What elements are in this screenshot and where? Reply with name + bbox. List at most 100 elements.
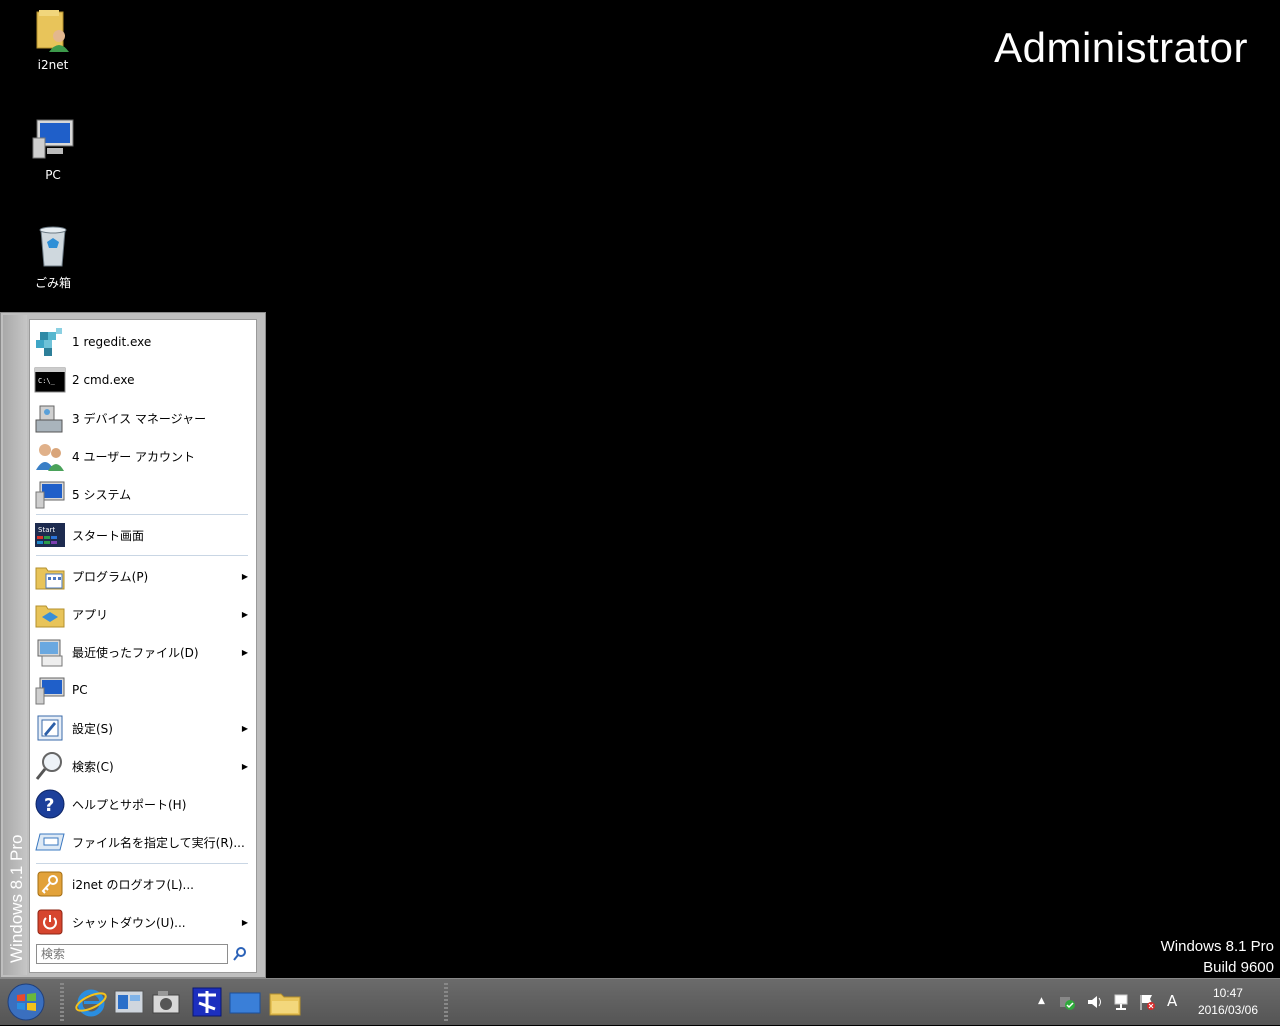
submenu-arrow-icon: ▶ bbox=[241, 917, 248, 927]
menu-item-settings[interactable]: 設定(S) ▶ bbox=[34, 710, 252, 746]
device-manager-icon bbox=[34, 402, 66, 434]
menu-item-help[interactable]: ? ヘルプとサポート(H) bbox=[34, 786, 252, 822]
clock-time: 10:47 bbox=[1212, 986, 1243, 1000]
tray-expand-icon[interactable]: ▲ bbox=[1038, 996, 1045, 1006]
recent-item-regedit[interactable]: 1 regedit.exe bbox=[34, 324, 252, 360]
build-line: Build 9600 bbox=[1203, 959, 1274, 976]
power-icon bbox=[34, 906, 66, 938]
settings-icon bbox=[34, 712, 66, 744]
taskbar-internet-explorer[interactable] bbox=[74, 985, 108, 1019]
version-line: Windows 8.1 Pro bbox=[1160, 938, 1274, 955]
strip-title: Windows 8.1 Pro bbox=[7, 834, 26, 964]
tray-security-icon[interactable] bbox=[1058, 993, 1076, 1014]
submenu-arrow-icon: ▶ bbox=[241, 571, 248, 581]
taskbar-grip[interactable] bbox=[60, 983, 64, 1021]
tray-action-center-icon[interactable] bbox=[1138, 993, 1156, 1014]
start-screen-item[interactable]: Start スタート画面 bbox=[34, 517, 252, 553]
search-icon[interactable] bbox=[232, 946, 248, 962]
recent-files-icon bbox=[34, 636, 66, 668]
recycle-bin-icon bbox=[29, 222, 77, 270]
submenu-arrow-icon: ▶ bbox=[241, 647, 248, 657]
submenu-arrow-icon: ▶ bbox=[241, 609, 248, 619]
menu-item-label: PC bbox=[72, 683, 88, 697]
run-icon bbox=[34, 826, 66, 858]
taskbar-app-blue[interactable] bbox=[190, 985, 224, 1019]
menu-item-label: スタート画面 bbox=[72, 528, 145, 543]
recent-item-cmd[interactable]: C:\_ 2 cmd.exe bbox=[34, 362, 252, 398]
taskbar: ▲ A 10:47 2016/03/06 bbox=[0, 978, 1280, 1025]
menu-item-shutdown[interactable]: シャットダウン(U)... ▶ bbox=[34, 904, 252, 940]
recent-item-device-manager[interactable]: 3 デバイス マネージャー bbox=[34, 400, 252, 436]
menu-item-recent-files[interactable]: 最近使ったファイル(D) ▶ bbox=[34, 634, 252, 670]
windows-orb-icon bbox=[7, 983, 45, 1021]
menu-separator bbox=[36, 555, 248, 556]
menu-item-search[interactable]: 検索(C) ▶ bbox=[34, 748, 252, 784]
pc-icon bbox=[34, 674, 66, 706]
regedit-icon bbox=[34, 326, 66, 358]
menu-separator bbox=[36, 863, 248, 864]
menu-item-label: i2net のログオフ(L)... bbox=[72, 877, 194, 892]
show-desktop-icon bbox=[229, 992, 261, 1014]
file-explorer-icon bbox=[269, 993, 301, 1016]
submenu-arrow-icon: ▶ bbox=[241, 723, 248, 733]
system-icon bbox=[34, 478, 66, 510]
desktop-icon-i2net[interactable]: i2net bbox=[20, 6, 86, 72]
taskbar-explorer[interactable] bbox=[268, 985, 302, 1019]
menu-item-label: 最近使ったファイル(D) bbox=[72, 645, 199, 660]
svg-text:C:\_: C:\_ bbox=[38, 377, 56, 385]
menu-item-label: プログラム(P) bbox=[72, 569, 149, 584]
character-app-icon bbox=[192, 987, 222, 1017]
search-magnifier-icon bbox=[34, 750, 66, 782]
submenu-arrow-icon: ▶ bbox=[241, 761, 248, 771]
svg-text:?: ? bbox=[44, 795, 54, 816]
menu-item-label: 2 cmd.exe bbox=[72, 373, 135, 387]
camera-icon bbox=[152, 991, 180, 1014]
start-screen-icon: Start bbox=[34, 519, 66, 551]
taskbar-grip[interactable] bbox=[444, 983, 448, 1021]
menu-item-programs[interactable]: プログラム(P) ▶ bbox=[34, 558, 252, 594]
recent-item-system[interactable]: 5 システム bbox=[34, 476, 252, 512]
start-search-input[interactable] bbox=[36, 944, 228, 964]
start-menu-panel: 1 regedit.exe C:\_ 2 cmd.exe 3 デバイス マネージ… bbox=[29, 319, 257, 973]
desktop-icon-label: PC bbox=[45, 168, 61, 182]
menu-item-label: シャットダウン(U)... bbox=[72, 915, 186, 930]
menu-item-run[interactable]: ファイル名を指定して実行(R)... bbox=[34, 824, 252, 860]
taskbar-camera-app[interactable] bbox=[150, 985, 184, 1019]
desktop-icon-label: ごみ箱 bbox=[34, 276, 71, 290]
start-badge-text: Start bbox=[38, 526, 55, 534]
menu-item-label: 3 デバイス マネージャー bbox=[72, 411, 207, 426]
apps-folder-icon bbox=[34, 598, 66, 630]
tray-network-icon[interactable] bbox=[1112, 993, 1130, 1014]
user-folder-icon bbox=[29, 6, 77, 54]
desktop-icon-label: i2net bbox=[37, 58, 69, 72]
menu-item-label: 検索(C) bbox=[72, 759, 114, 774]
menu-item-label: 1 regedit.exe bbox=[72, 335, 152, 349]
tray-volume-icon[interactable] bbox=[1086, 993, 1104, 1014]
clock-date: 2016/03/06 bbox=[1197, 1003, 1258, 1017]
menu-item-label: 4 ユーザー アカウント bbox=[72, 449, 196, 464]
menu-item-label: 設定(S) bbox=[72, 721, 113, 736]
start-button[interactable] bbox=[6, 982, 46, 1022]
ime-indicator[interactable]: A bbox=[1167, 992, 1177, 1010]
menu-separator bbox=[36, 514, 248, 515]
taskbar-desktop[interactable] bbox=[228, 985, 262, 1019]
recent-item-user-accounts[interactable]: 4 ユーザー アカウント bbox=[34, 438, 252, 474]
menu-item-logoff[interactable]: i2net のログオフ(L)... bbox=[34, 866, 252, 902]
menu-item-label: アプリ bbox=[72, 607, 109, 622]
desktop-icon-recycle-bin[interactable]: ごみ箱 bbox=[20, 222, 86, 291]
taskbar-control-panel[interactable] bbox=[112, 985, 146, 1019]
help-icon: ? bbox=[34, 788, 66, 820]
start-menu-strip: Windows 8.1 Pro bbox=[3, 315, 27, 975]
computer-icon bbox=[29, 116, 77, 164]
menu-item-pc[interactable]: PC bbox=[34, 672, 252, 708]
cmd-icon: C:\_ bbox=[34, 364, 66, 396]
menu-item-label: 5 システム bbox=[72, 487, 132, 502]
desktop-icon-pc[interactable]: PC bbox=[20, 116, 86, 182]
menu-item-apps[interactable]: アプリ ▶ bbox=[34, 596, 252, 632]
menu-item-label: ヘルプとサポート(H) bbox=[72, 797, 187, 812]
internet-explorer-icon bbox=[75, 989, 107, 1017]
programs-folder-icon bbox=[34, 560, 66, 592]
user-banner: Administrator bbox=[994, 24, 1248, 71]
taskbar-clock[interactable]: 10:47 2016/03/06 bbox=[1198, 985, 1258, 1019]
key-icon bbox=[34, 868, 66, 900]
